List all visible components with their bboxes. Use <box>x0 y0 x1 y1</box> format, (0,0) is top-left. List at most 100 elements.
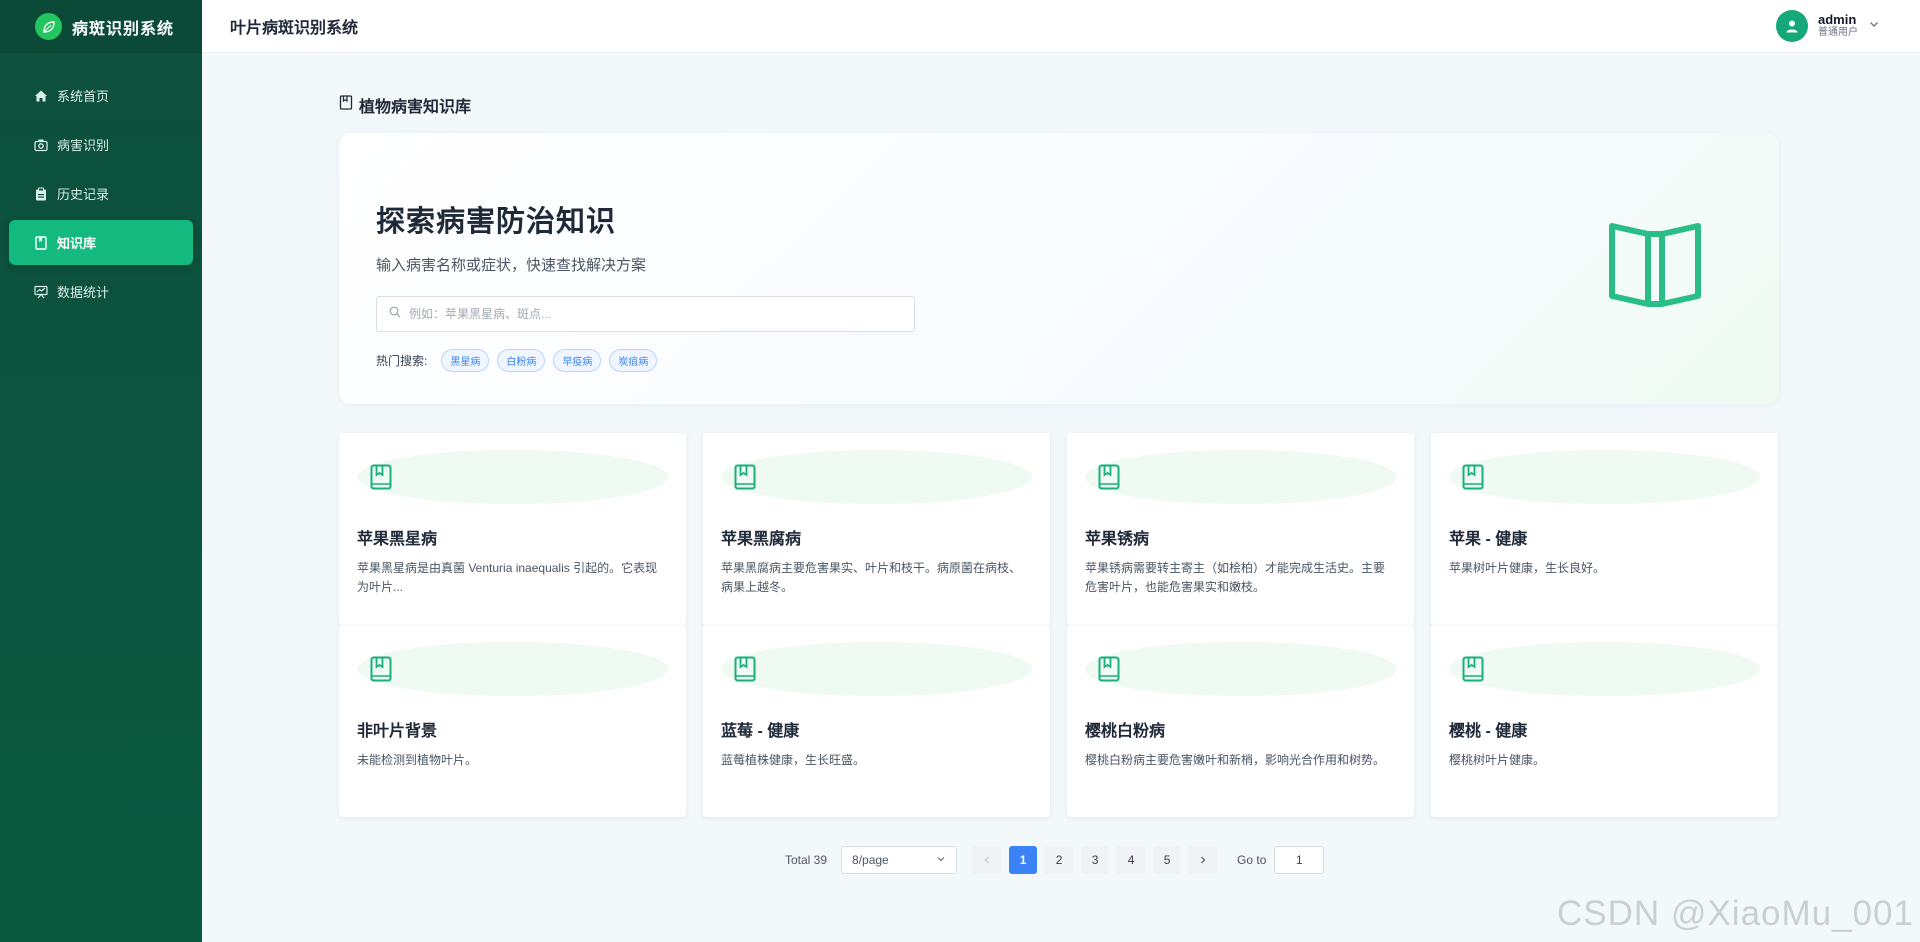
sidebar-item-home[interactable]: 系统首页 <box>9 73 193 118</box>
card-decoration <box>1449 450 1760 504</box>
card-description: 蓝莓植株健康，生长旺盛。 <box>721 753 866 767</box>
bookmark-book-icon <box>1462 656 1484 687</box>
page-button-1[interactable]: 1 <box>1009 846 1038 874</box>
bookmark-book-icon <box>370 464 392 495</box>
leaf-icon <box>35 13 62 40</box>
chevron-right-icon <box>1201 856 1206 864</box>
sidebar-item-label: 病害识别 <box>57 138 110 153</box>
disease-card-grid: 苹果黑星病 苹果黑星病是由真菌 Venturia inaequalis 引起的。… <box>339 433 1779 817</box>
user-name: admin <box>1818 12 1857 27</box>
sidebar-item-label: 知识库 <box>57 236 97 251</box>
bookmark-book-icon <box>1098 656 1120 687</box>
clipboard-icon <box>33 186 48 201</box>
prev-page-button[interactable] <box>973 846 1002 874</box>
sidebar-item-knowledge[interactable]: 知识库 <box>9 220 193 265</box>
page-size-select[interactable]: 8/page <box>841 846 958 874</box>
disease-card[interactable]: 苹果黑腐病 苹果黑腐病主要危害果实、叶片和枝干。病原菌在病枝、病果上越冬。 <box>703 433 1050 625</box>
card-description: 苹果黑星病是由真菌 Venturia inaequalis 引起的。它表现为叶片… <box>357 561 658 594</box>
bookmark-book-icon <box>370 656 392 687</box>
page-button-5[interactable]: 5 <box>1153 846 1182 874</box>
chevron-down-icon <box>936 853 946 867</box>
page-size-value: 8/page <box>852 853 889 867</box>
page-button-2[interactable]: 2 <box>1045 846 1074 874</box>
disease-card[interactable]: 樱桃白粉病 樱桃白粉病主要危害嫩叶和新梢，影响光合作用和树势。 <box>1067 625 1414 817</box>
camera-icon <box>33 137 48 152</box>
sidebar-item-history[interactable]: 历史记录 <box>9 171 193 216</box>
sidebar-item-label: 数据统计 <box>57 285 110 300</box>
disease-card[interactable]: 樱桃 - 健康 樱桃树叶片健康。 <box>1431 625 1778 817</box>
card-title: 蓝莓 - 健康 <box>721 723 800 740</box>
search-icon <box>389 305 401 323</box>
pagination-total: Total 39 <box>785 853 828 867</box>
bookmark-book-icon <box>1098 464 1120 495</box>
hero-heading: 探索病害防治知识 <box>376 206 617 238</box>
search-input[interactable] <box>409 297 914 331</box>
card-decoration <box>357 450 668 504</box>
main-content: 植物病害知识库 探索病害防治知识 输入病害名称或症状，快速查找解决方案 热门搜索… <box>202 53 1920 942</box>
card-decoration <box>721 642 1032 696</box>
chart-board-icon <box>33 284 48 299</box>
bookmark-book-icon <box>1462 464 1484 495</box>
user-role: 普通用户 <box>1818 27 1858 38</box>
card-description: 苹果树叶片健康，生长良好。 <box>1449 561 1606 575</box>
hot-search-label: 热门搜索: <box>376 354 428 368</box>
top-header: 叶片病斑识别系统 admin 普通用户 <box>202 0 1920 53</box>
next-page-button[interactable] <box>1189 846 1218 874</box>
page-button-4[interactable]: 4 <box>1117 846 1146 874</box>
card-decoration <box>1085 642 1396 696</box>
user-menu[interactable]: admin 普通用户 <box>1776 10 1880 42</box>
card-description: 苹果黑腐病主要危害果实、叶片和枝干。病原菌在病枝、病果上越冬。 <box>721 561 1022 594</box>
hot-searches: 热门搜索: 黑星病 白粉病 早疫病 炭疽病 <box>376 349 658 372</box>
card-description: 苹果锈病需要转主寄主（如桧柏）才能完成生活史。主要危害叶片，也能危害果实和嫩枝。 <box>1085 561 1386 594</box>
card-title: 樱桃 - 健康 <box>1449 723 1528 740</box>
user-info: admin 普通用户 <box>1818 13 1858 39</box>
card-decoration <box>1085 450 1396 504</box>
page-button-3[interactable]: 3 <box>1081 846 1110 874</box>
home-icon <box>33 88 48 103</box>
hot-tag[interactable]: 白粉病 <box>497 349 546 372</box>
sidebar: 病斑识别系统 系统首页 病害识别 历史记录 知识库 数据统计 <box>0 0 202 942</box>
disease-card[interactable]: 非叶片背景 未能检测到植物叶片。 <box>339 625 686 817</box>
chevron-left-icon <box>984 856 989 864</box>
sidebar-item-label: 系统首页 <box>57 89 110 104</box>
section-title-text: 植物病害知识库 <box>359 99 472 116</box>
card-title: 樱桃白粉病 <box>1085 723 1166 740</box>
sidebar-item-recognition[interactable]: 病害识别 <box>9 122 193 167</box>
card-title: 苹果黑腐病 <box>721 531 802 548</box>
hot-tag[interactable]: 黑星病 <box>441 349 490 372</box>
sidebar-item-label: 历史记录 <box>57 187 110 202</box>
pagination: Total 39 8/page 1 2 3 4 5 Go to <box>785 846 1325 874</box>
card-description: 樱桃白粉病主要危害嫩叶和新梢，影响光合作用和树势。 <box>1085 753 1386 767</box>
book-icon <box>33 235 48 250</box>
card-description: 未能检测到植物叶片。 <box>357 753 478 767</box>
chevron-down-icon[interactable] <box>1868 17 1880 35</box>
hot-tag[interactable]: 炭疽病 <box>609 349 658 372</box>
user-icon <box>1776 10 1808 42</box>
disease-card[interactable]: 苹果 - 健康 苹果树叶片健康，生长良好。 <box>1431 433 1778 625</box>
goto-page-input[interactable] <box>1274 846 1325 874</box>
card-title: 非叶片背景 <box>357 723 438 740</box>
search-box[interactable] <box>376 296 915 332</box>
disease-card[interactable]: 苹果黑星病 苹果黑星病是由真菌 Venturia inaequalis 引起的。… <box>339 433 686 625</box>
sidebar-nav: 系统首页 病害识别 历史记录 知识库 数据统计 <box>0 73 202 314</box>
card-decoration <box>357 642 668 696</box>
section-title: 植物病害知识库 <box>339 93 471 117</box>
hero-subheading: 输入病害名称或症状，快速查找解决方案 <box>376 257 647 274</box>
disease-card[interactable]: 蓝莓 - 健康 蓝莓植株健康，生长旺盛。 <box>703 625 1050 817</box>
goto-label: Go to <box>1237 853 1267 867</box>
card-title: 苹果黑星病 <box>357 531 438 548</box>
app-root: 病斑识别系统 系统首页 病害识别 历史记录 知识库 数据统计 叶片病斑识别系统 … <box>0 0 1920 942</box>
bookmark-book-icon <box>734 656 756 687</box>
open-book-icon <box>1606 218 1704 315</box>
watermark: CSDN @XiaoMu_001 <box>1557 894 1914 933</box>
search-hero: 探索病害防治知识 输入病害名称或症状，快速查找解决方案 热门搜索: 黑星病 白粉… <box>339 133 1779 404</box>
card-title: 苹果 - 健康 <box>1449 531 1528 548</box>
sidebar-item-statistics[interactable]: 数据统计 <box>9 269 193 314</box>
brand-title: 病斑识别系统 <box>72 20 175 38</box>
hot-tag[interactable]: 早疫病 <box>553 349 602 372</box>
brand: 病斑识别系统 <box>0 0 202 53</box>
card-decoration <box>1449 642 1760 696</box>
book-icon <box>339 95 353 115</box>
disease-card[interactable]: 苹果锈病 苹果锈病需要转主寄主（如桧柏）才能完成生活史。主要危害叶片，也能危害果… <box>1067 433 1414 625</box>
page-header-title: 叶片病斑识别系统 <box>230 20 359 37</box>
